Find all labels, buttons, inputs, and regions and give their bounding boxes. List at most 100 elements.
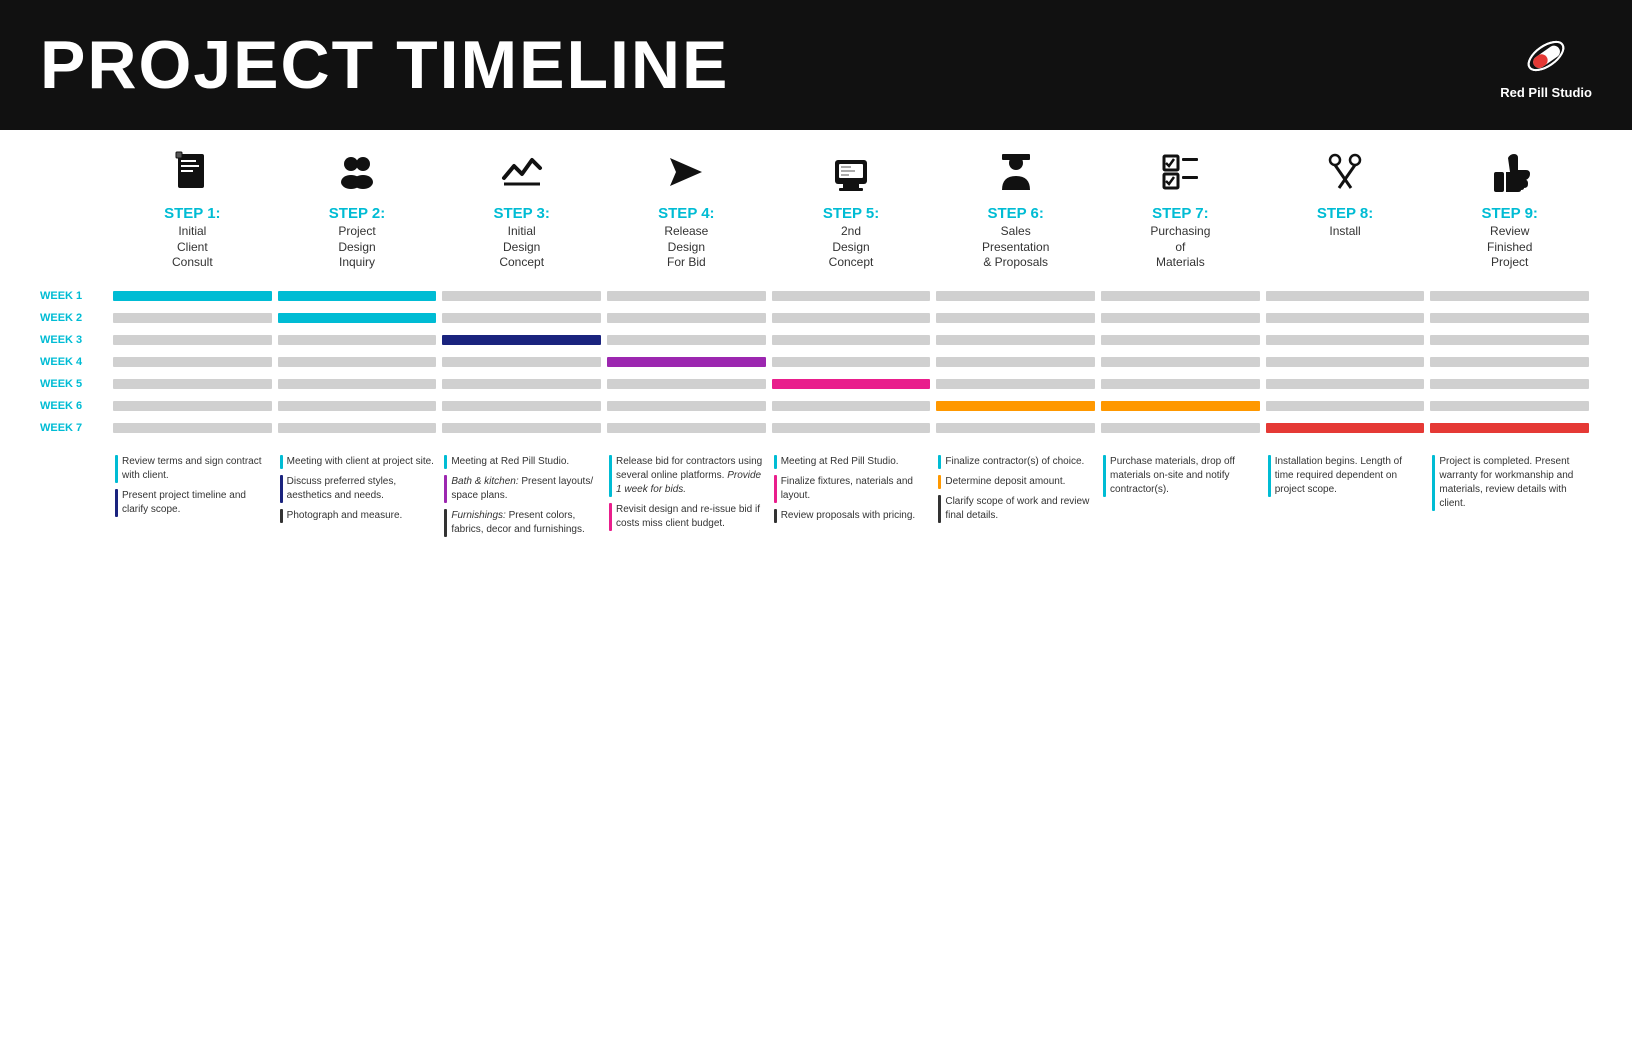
note-text-8-1: Installation begins. Length of time requ… [1275,455,1423,497]
note-bar-6-3 [938,495,941,523]
note-text-5-2: Finalize fixtures, naterials and layout. [781,475,929,503]
w3-s6 [933,335,1098,345]
w2-s3 [439,313,604,323]
w4-s5 [769,357,934,367]
w3-s1 [110,335,275,345]
note-text-1-2: Present project timeline and clarify sco… [122,489,270,517]
notes-container: Review terms and sign contract with clie… [110,455,1592,543]
note-col-1: Review terms and sign contract with clie… [110,455,275,543]
week-3-bars [110,335,1592,345]
note-bar-2-3 [280,509,283,523]
w6-s1 [110,401,275,411]
step-8: STEP 8: Install [1263,150,1428,271]
note-6-2: Determine deposit amount. [938,475,1093,489]
note-text-6-1: Finalize contractor(s) of choice. [945,455,1084,469]
note-6-1: Finalize contractor(s) of choice. [938,455,1093,469]
note-text-6-3: Clarify scope of work and review final d… [945,495,1093,523]
notes-spacer [40,455,110,543]
w2-s7 [1098,313,1263,323]
w1-s9 [1427,291,1592,301]
note-text-2-1: Meeting with client at project site. [287,455,434,469]
step-7-number: STEP 7: [1152,205,1208,222]
w5-s8 [1263,379,1428,389]
step-9-title: ReviewFinishedProject [1487,224,1532,271]
note-bar-5-1 [774,455,777,469]
w1-s4 [604,291,769,301]
step-4-number: STEP 4: [658,205,714,222]
timeline-week-7: WEEK 7 [40,421,1592,435]
step-6: STEP 6: SalesPresentation& Proposals [933,150,1098,271]
note-text-3-2: Bath & kitchen: Present layouts/ space p… [451,475,599,503]
note-4-1: Release bid for contractors using severa… [609,455,764,497]
note-col-4: Release bid for contractors using severa… [604,455,769,543]
timeline-week-5: WEEK 5 [40,377,1592,391]
w5-s4 [604,379,769,389]
note-text-9-1: Project is completed. Present warranty f… [1439,455,1587,511]
w3-s3 [439,335,604,345]
w3-s2 [275,335,440,345]
step-3-number: STEP 3: [493,205,549,222]
w7-s6 [933,423,1098,433]
week-3-label: WEEK 3 [40,334,110,346]
step-3: STEP 3: InitialDesignConcept [439,150,604,271]
w1-s2 [275,291,440,301]
note-8-1: Installation begins. Length of time requ… [1268,455,1423,497]
w3-s4 [604,335,769,345]
note-bar-1-2 [115,489,118,517]
steps-row: STEP 1: InitialClientConsult STEP 2: Pro… [40,150,1592,271]
note-text-4-1: Release bid for contractors using severa… [616,455,764,497]
w2-s5 [769,313,934,323]
note-col-9: Project is completed. Present warranty f… [1427,455,1592,543]
note-2-1: Meeting with client at project site. [280,455,435,469]
w6-s2 [275,401,440,411]
week-4-label: WEEK 4 [40,356,110,368]
logo: Red Pill Studio [1500,31,1592,100]
week-1-label: WEEK 1 [40,290,110,302]
note-bar-3-3 [444,509,447,537]
note-text-3-3: Furnishings: Present colors, fabrics, de… [451,509,599,537]
week-1-bars [110,291,1592,301]
note-bar-5-3 [774,509,777,523]
step-9-icon [1488,150,1532,201]
w4-s3 [439,357,604,367]
note-bar-6-1 [938,455,941,469]
main-content: STEP 1: InitialClientConsult STEP 2: Pro… [0,130,1632,553]
w3-s5 [769,335,934,345]
step-1: STEP 1: InitialClientConsult [110,150,275,271]
step-2-icon [335,150,379,201]
w2-s1 [110,313,275,323]
w6-s9 [1427,401,1592,411]
step-5-title: 2ndDesignConcept [829,224,874,271]
timeline-week-1: WEEK 1 [40,289,1592,303]
note-bar-3-2 [444,475,447,503]
w1-s1 [110,291,275,301]
w7-s5 [769,423,934,433]
note-bar-7-1 [1103,455,1106,497]
note-text-2-3: Photograph and measure. [287,509,403,523]
week-5-bars [110,379,1592,389]
logo-text: Red Pill Studio [1500,85,1592,100]
w7-s1 [110,423,275,433]
w6-s8 [1263,401,1428,411]
note-text-7-1: Purchase materials, drop off materials o… [1110,455,1258,497]
note-2-2: Discuss preferred styles, aesthetics and… [280,475,435,503]
w5-s2 [275,379,440,389]
note-5-2: Finalize fixtures, naterials and layout. [774,475,929,503]
w4-s9 [1427,357,1592,367]
w7-s7 [1098,423,1263,433]
step-8-title: Install [1329,224,1360,240]
step-6-title: SalesPresentation& Proposals [982,224,1049,271]
header: PROJECT TIMELINE Red Pill Studio [0,0,1632,130]
step-2-number: STEP 2: [329,205,385,222]
note-text-2-2: Discuss preferred styles, aesthetics and… [287,475,435,503]
note-col-8: Installation begins. Length of time requ… [1263,455,1428,543]
note-text-1-1: Review terms and sign contract with clie… [122,455,270,483]
w5-s5 [769,379,934,389]
step-8-number: STEP 8: [1317,205,1373,222]
note-col-5: Meeting at Red Pill Studio. Finalize fix… [769,455,934,543]
w2-s8 [1263,313,1428,323]
w7-s8 [1263,423,1428,433]
note-9-1: Project is completed. Present warranty f… [1432,455,1587,511]
step-5-icon [829,150,873,201]
note-col-3: Meeting at Red Pill Studio. Bath & kitch… [439,455,604,543]
